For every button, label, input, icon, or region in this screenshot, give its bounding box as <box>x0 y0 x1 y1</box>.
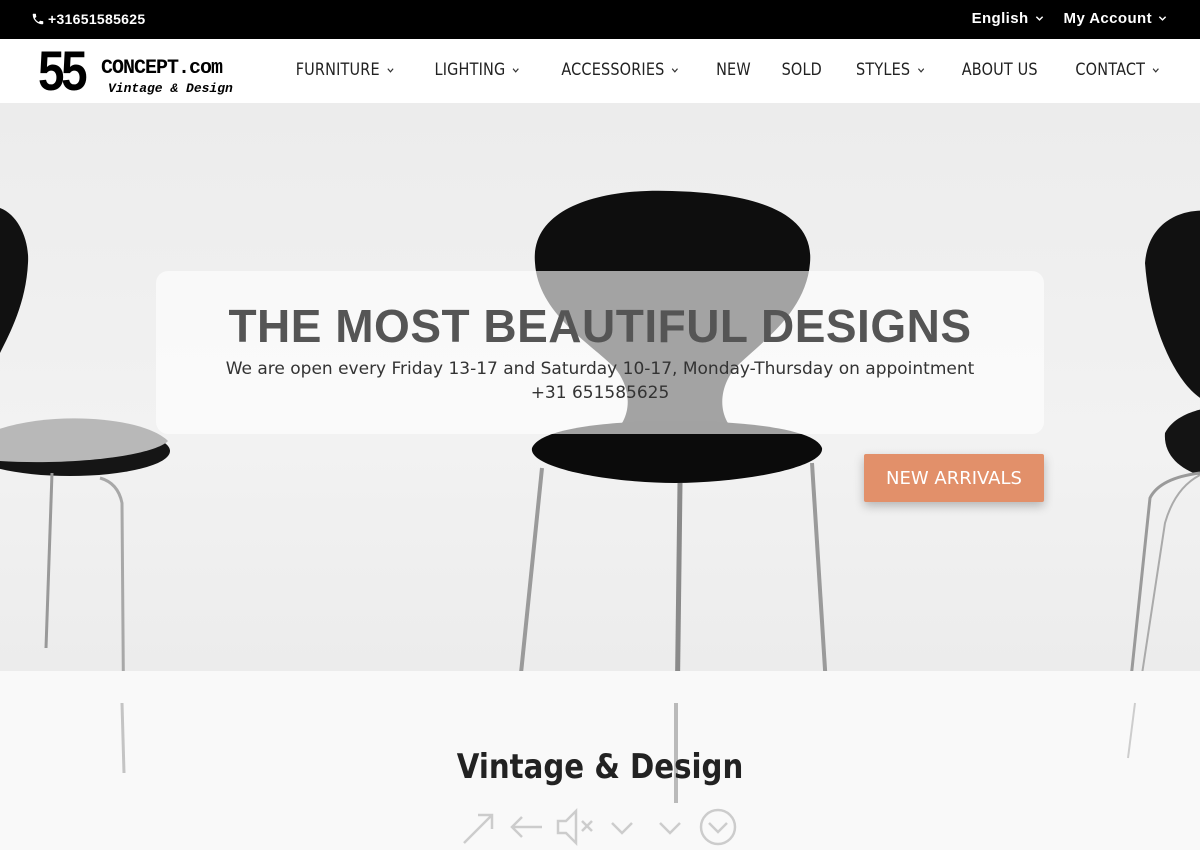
my-account-menu[interactable]: My Account <box>1064 10 1167 27</box>
main-nav: FURNITURE LIGHTING ACCESSORIES NEW SOLD … <box>287 60 1167 80</box>
nav-label: LIGHTING <box>434 60 506 80</box>
back-icon[interactable] <box>506 805 546 849</box>
top-nav: English My Account <box>972 10 1167 27</box>
media-controls <box>458 805 738 849</box>
nav-item-about-us[interactable]: ABOUT US <box>961 60 1037 80</box>
nav-item-contact[interactable]: CONTACT <box>1075 60 1159 80</box>
hero-section: THE MOST BEAUTIFUL DESIGNS We are open e… <box>0 103 1200 671</box>
logo[interactable]: 55 CONCEPT.com Vintage & Design <box>38 39 253 102</box>
logo-tagline: Vintage & Design <box>108 81 233 96</box>
language-label: English <box>971 10 1029 27</box>
nav-item-lighting[interactable]: LIGHTING <box>434 60 519 80</box>
expand-icon[interactable] <box>458 805 498 849</box>
logo-number: 55 <box>38 39 88 102</box>
chevron-down-icon[interactable] <box>650 805 690 849</box>
chevron-down-icon[interactable] <box>602 805 642 849</box>
section-title: Vintage & Design <box>456 747 744 787</box>
nav-label: NEW <box>716 60 752 80</box>
hero-text-panel: THE MOST BEAUTIFUL DESIGNS We are open e… <box>156 271 1044 434</box>
chevron-down-icon <box>1152 67 1159 73</box>
nav-label: STYLES <box>855 60 911 80</box>
nav-item-accessories[interactable]: ACCESSORIES <box>561 60 679 80</box>
chevron-down-icon <box>512 67 519 73</box>
site-header: 55 CONCEPT.com Vintage & Design FURNITUR… <box>0 39 1200 103</box>
chevron-down-icon <box>1035 16 1043 21</box>
nav-item-sold[interactable]: SOLD <box>782 60 822 80</box>
hero-subtitle: We are open every Friday 13-17 and Satur… <box>225 359 975 403</box>
intro-section: Vintage & Design <box>0 671 1200 850</box>
left-chair <box>0 208 170 671</box>
circle-chevron-down-icon[interactable] <box>698 805 738 849</box>
chevron-down-icon <box>672 67 679 73</box>
phone-link[interactable]: +31651585625 <box>31 11 145 27</box>
phone-number: +31651585625 <box>48 11 146 27</box>
nav-label: ABOUT US <box>961 60 1038 80</box>
chevron-down-icon <box>917 67 924 73</box>
right-chair <box>1130 210 1200 671</box>
nav-label: SOLD <box>781 60 823 80</box>
my-account-label: My Account <box>1063 10 1152 27</box>
chevron-down-icon <box>387 67 394 73</box>
language-selector[interactable]: English <box>972 10 1044 27</box>
logo-site: CONCEPT.com <box>101 57 223 80</box>
nav-item-furniture[interactable]: FURNITURE <box>295 60 394 80</box>
phone-icon <box>32 13 44 25</box>
hero-title: THE MOST BEAUTIFUL DESIGNS <box>228 300 972 352</box>
nav-label: CONTACT <box>1075 60 1146 80</box>
nav-label: ACCESSORIES <box>561 60 665 80</box>
chevron-down-icon <box>1158 16 1167 21</box>
nav-item-new[interactable]: NEW <box>716 60 751 80</box>
new-arrivals-button[interactable]: NEW ARRIVALS <box>864 454 1044 502</box>
top-bar: +31651585625 English My Account <box>0 0 1200 39</box>
mute-icon[interactable] <box>554 805 594 849</box>
nav-label: FURNITURE <box>295 60 380 80</box>
nav-item-styles[interactable]: STYLES <box>856 60 925 80</box>
